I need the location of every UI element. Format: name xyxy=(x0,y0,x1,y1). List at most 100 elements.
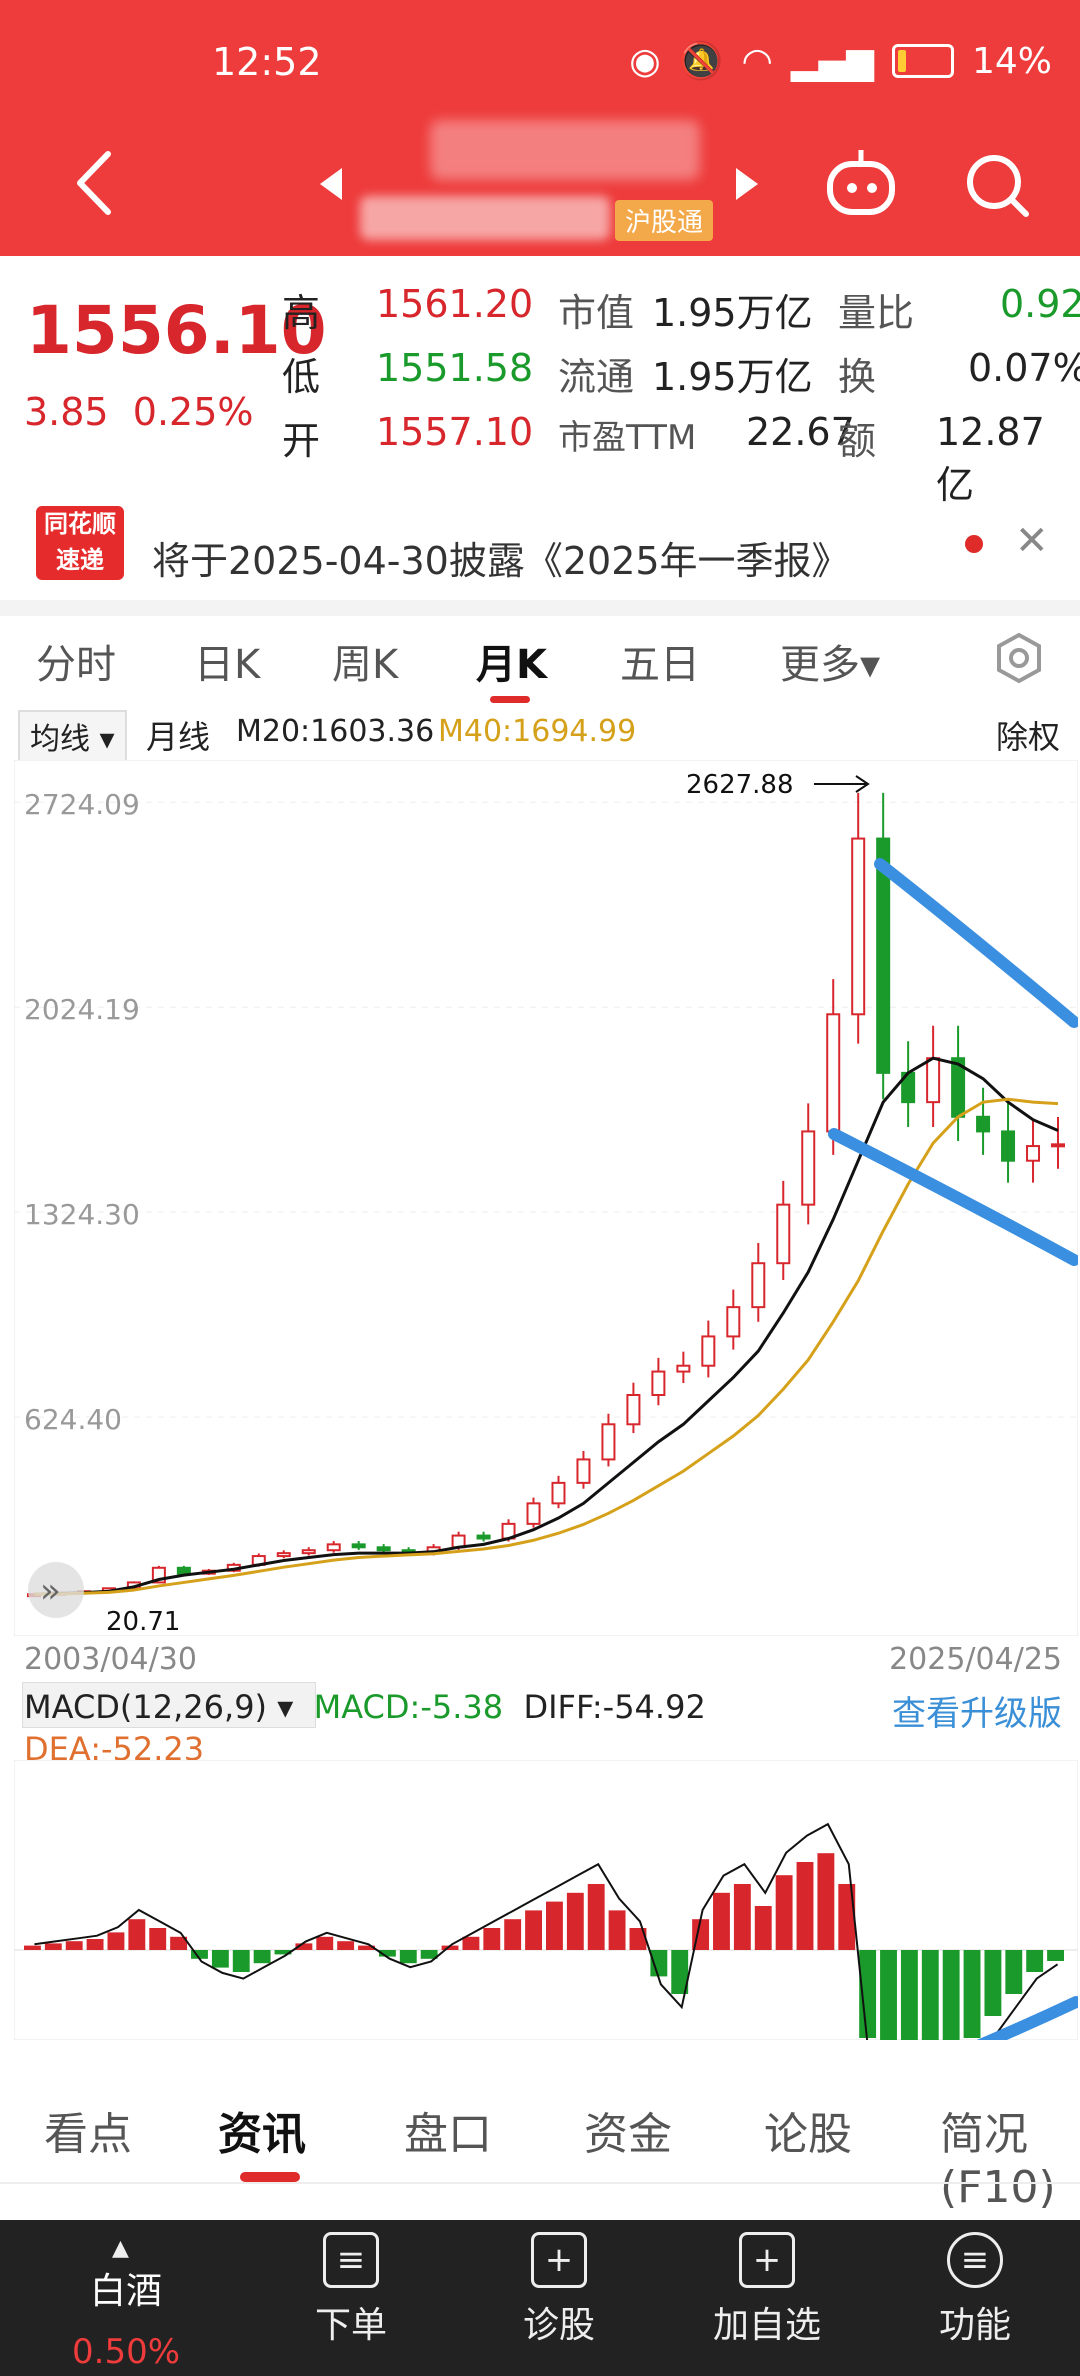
tab-weekly-k[interactable]: 周K xyxy=(332,632,398,690)
diagnose-icon: + xyxy=(531,2232,587,2288)
candle-body xyxy=(276,1552,291,1558)
tab-five-day[interactable]: 五日 xyxy=(620,632,700,690)
candle-body xyxy=(851,837,866,1016)
ma40-value: M40:1694.99 xyxy=(438,714,637,749)
menu-icon: ≡ xyxy=(947,2232,1003,2288)
macd-bar xyxy=(713,1892,730,1950)
status-icons: ◉ 🔕 ◠ ▂▄▆ 14% xyxy=(629,40,1052,83)
macd-bar xyxy=(149,1928,167,1950)
ex-rights-toggle[interactable]: 除权 xyxy=(996,712,1060,758)
ma20-value: M20:1603.36 xyxy=(236,714,435,749)
add-watchlist-button[interactable]: + 加自选 xyxy=(692,2232,842,2348)
candle-body xyxy=(976,1115,991,1133)
macd-chart[interactable] xyxy=(14,1760,1078,2040)
battery-icon xyxy=(891,44,954,78)
macd-bar xyxy=(86,1939,104,1950)
search-icon[interactable] xyxy=(962,150,1032,220)
macd-bar xyxy=(525,1910,542,1950)
x-end-date: 2025/04/25 xyxy=(889,1642,1062,1677)
macd-bar xyxy=(566,1892,584,1950)
candle-body xyxy=(576,1458,591,1484)
macd-bar xyxy=(921,1950,939,2040)
candle-body xyxy=(526,1502,541,1525)
tab-monthly-k[interactable]: 月K xyxy=(476,632,547,690)
connect-tag: 沪股通 xyxy=(615,200,714,241)
mktcap-value: 1.95万亿 xyxy=(652,291,813,335)
candle-body xyxy=(1001,1130,1016,1162)
vr-label: 量比 xyxy=(838,291,915,335)
ma-period-name: 月线 xyxy=(146,718,211,756)
tab-highlights[interactable]: 看点 xyxy=(44,2098,132,2162)
stock-code-blurred xyxy=(360,196,610,240)
tab-orderbook[interactable]: 盘口 xyxy=(404,2098,492,2162)
report-notice[interactable]: 将于2025-04-30披露《2025年一季报》 xyxy=(152,530,850,585)
tab-news[interactable]: 资讯 xyxy=(218,2098,306,2162)
tab-intraday[interactable]: 分时 xyxy=(36,632,116,690)
candle-body xyxy=(476,1534,491,1540)
sector-link[interactable]: 白酒 0.50% xyxy=(72,2262,180,2372)
y-tick-label: 1324.30 xyxy=(24,1198,140,1231)
tab-daily-k[interactable]: 日K xyxy=(194,632,260,690)
candle-body xyxy=(301,1549,316,1555)
order-button[interactable]: ≡ 下单 xyxy=(276,2232,426,2348)
macd-bar xyxy=(65,1941,83,1950)
settings-icon[interactable] xyxy=(993,632,1045,684)
candle-body xyxy=(551,1481,566,1505)
macd-bar xyxy=(608,1910,626,1950)
candle-body xyxy=(1026,1145,1041,1162)
functions-button[interactable]: ≡ 功能 xyxy=(900,2232,1050,2348)
robot-icon[interactable] xyxy=(824,148,898,218)
divider xyxy=(0,2182,1080,2184)
open-value: 1557.10 xyxy=(376,410,534,454)
max-price-label: 2627.88 xyxy=(686,770,794,800)
high-value: 1561.20 xyxy=(376,282,534,326)
macd-bar xyxy=(1047,1950,1064,1961)
next-stock-icon[interactable] xyxy=(732,164,762,204)
turnover-value: 0.07% xyxy=(968,346,1080,390)
candle-body xyxy=(651,1370,666,1396)
candle-body xyxy=(701,1335,716,1367)
macd-bar xyxy=(1005,1950,1023,1994)
diagnose-button[interactable]: + 诊股 xyxy=(484,2232,634,2348)
macd-bar xyxy=(504,1919,522,1950)
macd-bar xyxy=(44,1943,62,1950)
tab-profile[interactable]: 简况(F10) xyxy=(940,2098,1080,2213)
tab-discussion[interactable]: 论股 xyxy=(764,2098,852,2162)
ths-express-logo: 同花顺 速递 xyxy=(36,506,124,580)
close-icon[interactable]: ✕ xyxy=(1015,518,1049,564)
divider xyxy=(0,600,1080,616)
macd-bar xyxy=(587,1884,605,1950)
ma-selector[interactable]: 均线 ▾ xyxy=(18,710,127,762)
unread-dot xyxy=(965,535,983,553)
candle-body xyxy=(1051,1143,1065,1148)
macd-selector[interactable]: MACD(12,26,9) ▾ xyxy=(24,1688,293,1726)
monthly-k-chart[interactable]: 2627.88 20.71 2724.09 2024.19 1324.30 624.4… xyxy=(14,760,1078,1636)
candle-body xyxy=(726,1306,741,1338)
sector-change: 0.50% xyxy=(72,2332,181,2372)
bottom-tab-indicator xyxy=(240,2172,300,2182)
macd-bar xyxy=(253,1950,271,1964)
wifi-icon: ◠ xyxy=(741,40,773,82)
macd-bar xyxy=(796,1862,814,1950)
low-label: 低 xyxy=(282,355,321,399)
back-icon[interactable] xyxy=(70,148,120,218)
mute-icon: 🔕 xyxy=(678,41,724,82)
prev-stock-icon[interactable] xyxy=(316,164,346,204)
macd-bar xyxy=(775,1875,793,1950)
float-label: 流通 xyxy=(558,355,635,399)
status-time: 12:52 xyxy=(212,40,322,84)
candle-body xyxy=(801,1130,816,1206)
macd-bar xyxy=(128,1919,146,1950)
candle-body xyxy=(326,1543,341,1552)
tab-more[interactable]: 更多▾ xyxy=(780,632,880,690)
candle-body xyxy=(626,1394,641,1426)
float-value: 1.95万亿 xyxy=(652,355,813,399)
tab-indicator xyxy=(490,696,530,703)
macd-bar xyxy=(107,1932,125,1950)
upgrade-link[interactable]: 查看升级版 xyxy=(892,1686,1062,1735)
tab-funds[interactable]: 资金 xyxy=(584,2098,672,2162)
candle-body xyxy=(776,1203,791,1265)
macd-bar xyxy=(546,1901,563,1950)
battery-percent: 14% xyxy=(971,40,1052,82)
candle-body xyxy=(826,1013,841,1133)
